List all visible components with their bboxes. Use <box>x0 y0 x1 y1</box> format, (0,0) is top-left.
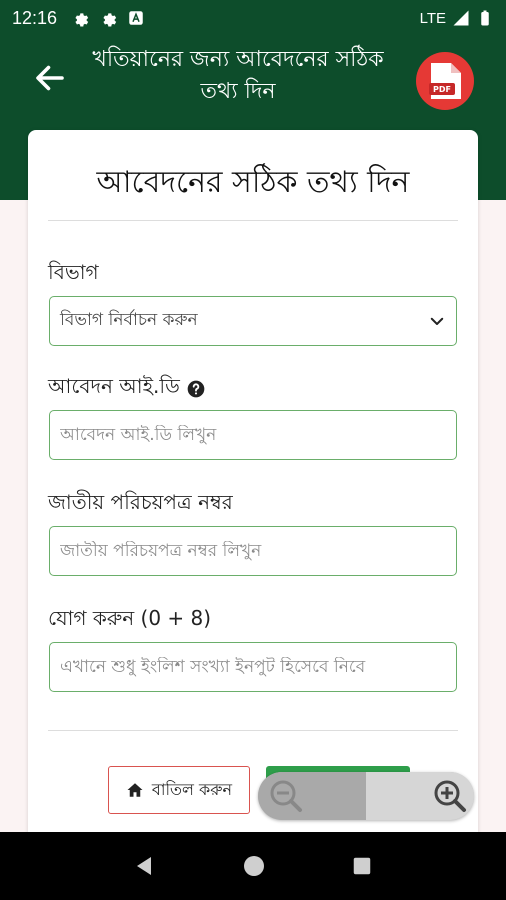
captcha-field[interactable] <box>49 642 457 692</box>
form-heading: আবেদনের সঠিক তথ্য দিন <box>96 165 410 200</box>
network-type: LTE <box>419 9 446 27</box>
nid-field[interactable] <box>49 526 457 576</box>
settings-icon <box>103 13 117 27</box>
signal-icon <box>453 10 469 26</box>
nav-back-icon[interactable] <box>133 854 157 878</box>
application-id-input[interactable] <box>60 425 446 445</box>
captcha-input[interactable] <box>60 657 446 677</box>
pdf-badge-text: PDF <box>433 85 451 94</box>
home-icon <box>127 783 143 797</box>
zoom-in-icon <box>434 780 466 812</box>
divider <box>48 220 458 221</box>
status-notification-icons <box>71 9 145 27</box>
pdf-button[interactable]: PDF <box>416 52 474 110</box>
form-card: আবেদনের সঠিক তথ্য দিন বিভাগ বিভাগ নির্বা… <box>28 130 478 850</box>
settings-icon <box>75 13 89 27</box>
status-bar: 12:16 LTE <box>0 0 506 36</box>
battery-icon <box>481 10 489 26</box>
zoom-out-icon <box>270 780 302 812</box>
division-selected-value: বিভাগ নির্বাচন করুন <box>60 310 198 330</box>
app-notification-icon <box>129 11 143 25</box>
help-icon[interactable] <box>186 379 206 399</box>
division-label-text: বিভাগ <box>48 260 99 284</box>
pdf-file-icon: PDF <box>429 63 461 99</box>
back-button[interactable] <box>28 56 72 100</box>
captcha-label: যোগ করুন (0 + 8) <box>48 604 211 637</box>
nav-home-icon[interactable] <box>242 854 266 878</box>
nav-recents-icon[interactable] <box>351 855 373 877</box>
zoom-in-button[interactable] <box>366 772 474 820</box>
chevron-down-icon <box>430 317 444 325</box>
application-id-label: আবেদন আই.ডি <box>48 372 206 405</box>
cancel-button[interactable]: বাতিল করুন <box>108 766 250 814</box>
zoom-out-button[interactable] <box>258 772 366 820</box>
system-nav-bar <box>0 832 506 900</box>
division-label: বিভাগ <box>48 258 99 291</box>
status-indicators: LTE <box>420 9 494 27</box>
arrow-left-icon <box>36 65 64 91</box>
status-time: 12:16 <box>12 7 58 28</box>
nid-input[interactable] <box>60 541 446 561</box>
application-id-field[interactable] <box>49 410 457 460</box>
division-select[interactable]: বিভাগ নির্বাচন করুন <box>49 296 457 346</box>
page-title: খতিয়ানের জন্য আবেদনের সঠিক তথ্য দিন <box>92 47 384 104</box>
divider <box>48 730 458 731</box>
cancel-button-label: বাতিল করুন <box>151 779 233 799</box>
nid-label-text: জাতীয় পরিচয়পত্র নম্বর <box>48 490 233 514</box>
zoom-control <box>258 772 474 820</box>
application-id-label-text: আবেদন আই.ডি <box>48 374 180 398</box>
nid-label: জাতীয় পরিচয়পত্র নম্বর <box>48 488 233 521</box>
captcha-label-text: যোগ করুন (0 + 8) <box>48 606 212 630</box>
app-bar: খতিয়ানের জন্য আবেদনের সঠিক তথ্য দিন PDF <box>0 36 506 120</box>
